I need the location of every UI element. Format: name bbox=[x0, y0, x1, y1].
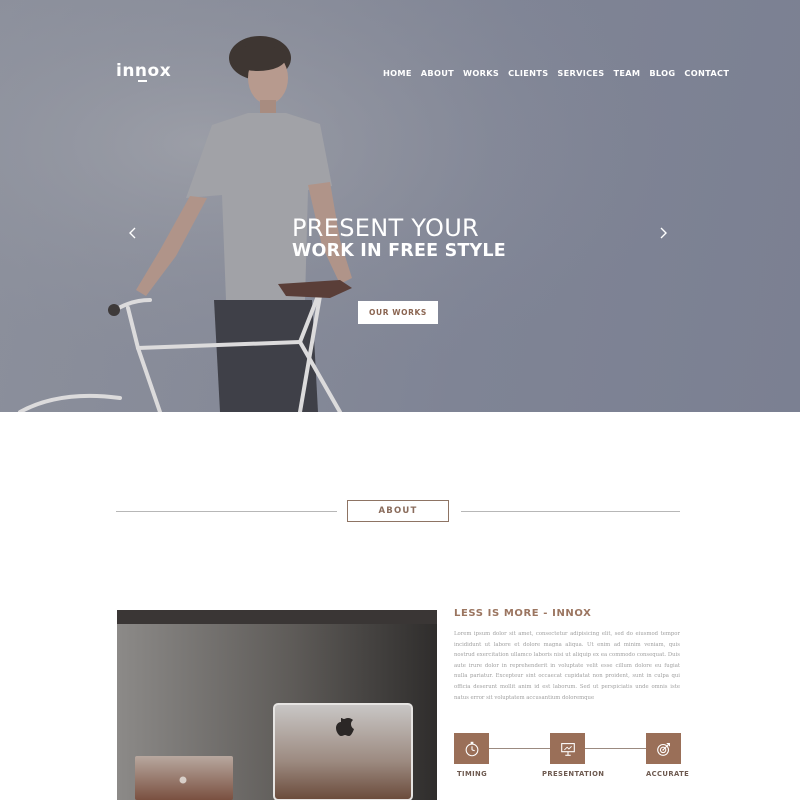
feature-presentation bbox=[550, 733, 585, 764]
nav-item-blog[interactable]: BLOG bbox=[649, 68, 675, 78]
nav-item-team[interactable]: TEAM bbox=[613, 68, 640, 78]
chevron-left-icon[interactable] bbox=[127, 226, 139, 240]
main-nav: HOME ABOUT WORKS CLIENTS SERVICES TEAM B… bbox=[383, 68, 729, 78]
brand-logo[interactable]: innox bbox=[116, 61, 171, 81]
about-paragraph: Lorem ipsum dolor sit amet, consectetur … bbox=[454, 631, 680, 701]
feature-connector bbox=[489, 748, 550, 749]
logo-underline-decoration bbox=[138, 80, 147, 82]
feature-label-timing: TIMING bbox=[457, 770, 488, 778]
hero-section: innox HOME ABOUT WORKS CLIENTS SERVICES … bbox=[0, 0, 800, 412]
feature-label-accurate: ACCURATE bbox=[646, 770, 690, 778]
about-heading: LESS IS MORE - INNOX bbox=[454, 608, 592, 619]
nav-item-contact[interactable]: CONTACT bbox=[684, 68, 729, 78]
nav-item-clients[interactable]: CLIENTS bbox=[508, 68, 548, 78]
hero-heading-line1: PRESENT YOUR bbox=[292, 214, 480, 242]
presentation-icon bbox=[560, 742, 575, 756]
nav-item-about[interactable]: ABOUT bbox=[421, 68, 454, 78]
target-icon bbox=[656, 742, 670, 756]
feature-label-presentation: PRESENTATION bbox=[542, 770, 605, 778]
section-divider-left bbox=[116, 511, 337, 512]
about-section-title: ABOUT bbox=[347, 500, 449, 522]
feature-accurate bbox=[646, 733, 681, 764]
section-divider-right bbox=[461, 511, 680, 512]
feature-connector bbox=[585, 748, 646, 749]
nav-item-home[interactable]: HOME bbox=[383, 68, 412, 78]
nav-item-works[interactable]: WORKS bbox=[463, 68, 499, 78]
stopwatch-icon bbox=[465, 741, 478, 756]
hero-heading-line2: WORK IN FREE STYLE bbox=[292, 241, 506, 261]
feature-timing bbox=[454, 733, 489, 764]
chevron-right-icon[interactable] bbox=[657, 226, 669, 240]
nav-item-services[interactable]: SERVICES bbox=[557, 68, 604, 78]
workspace-photo bbox=[117, 610, 437, 800]
our-works-button[interactable]: OUR WORKS bbox=[358, 301, 438, 324]
